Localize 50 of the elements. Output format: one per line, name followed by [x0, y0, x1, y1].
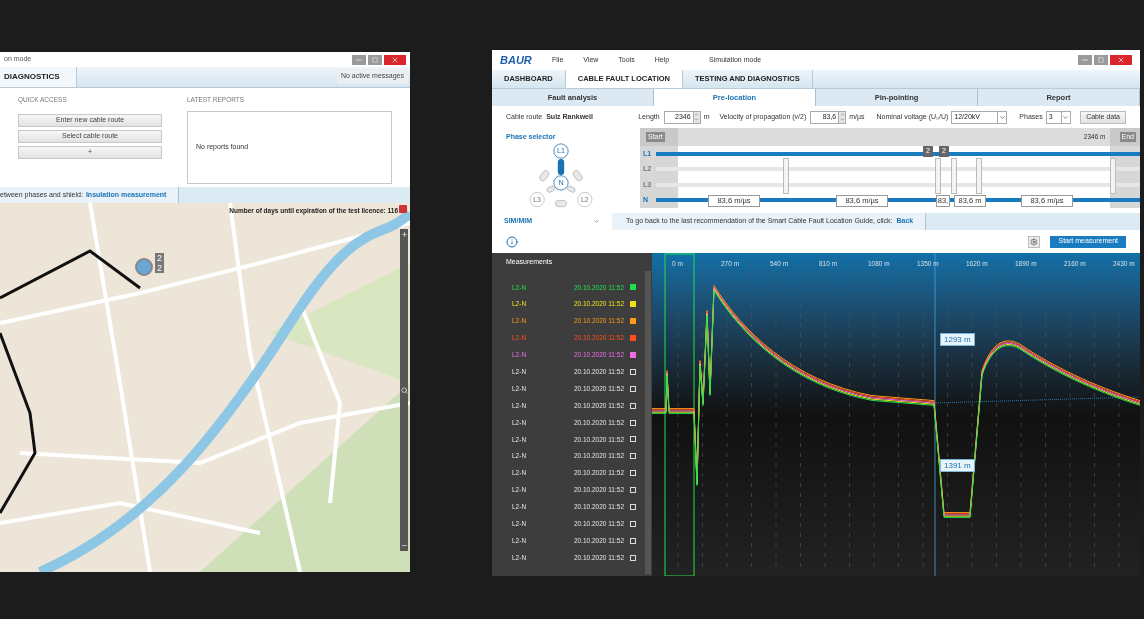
measurement-checkbox[interactable]	[630, 402, 636, 409]
zoom-in-icon	[400, 231, 408, 238]
maximize-icon	[372, 56, 378, 63]
down-icon	[694, 117, 700, 122]
search-icon	[400, 386, 408, 394]
cursor-label[interactable]: 1391 m	[940, 459, 975, 472]
caret-icon	[998, 113, 1006, 121]
measurement-checkbox[interactable]	[630, 487, 636, 494]
scrollbar[interactable]	[645, 271, 651, 574]
measurement-checkbox[interactable]	[630, 537, 636, 544]
caret-icon	[593, 218, 600, 225]
measurement-checkbox[interactable]	[630, 436, 636, 443]
measurement-checkbox[interactable]	[630, 419, 636, 426]
logo: BAUR	[500, 52, 533, 68]
cable-joint[interactable]	[1110, 158, 1116, 194]
settings-button[interactable]	[1028, 235, 1041, 248]
minimize-button[interactable]	[352, 54, 366, 65]
measurement-checkbox[interactable]	[630, 368, 636, 375]
measurement-checkbox[interactable]	[630, 554, 636, 561]
close-button[interactable]	[384, 54, 406, 65]
cable-joint[interactable]	[935, 158, 941, 194]
minimize-icon	[1081, 56, 1089, 64]
measurement-checkbox[interactable]	[630, 352, 636, 358]
cable-joint[interactable]	[976, 158, 982, 194]
tab[interactable]: DIAGNOSTICS	[0, 67, 77, 87]
close-icon	[1117, 56, 1125, 64]
marker-count: 2	[157, 263, 162, 273]
up-icon	[839, 112, 845, 117]
measurement-checkbox[interactable]	[630, 520, 636, 527]
measurement-checkbox[interactable]	[630, 284, 636, 291]
maximize-button[interactable]	[368, 54, 382, 65]
cable-joint[interactable]	[783, 158, 789, 194]
maximize-icon	[1098, 57, 1104, 63]
up-icon	[694, 112, 700, 117]
down-icon	[839, 117, 845, 122]
cursor-label[interactable]: 1293 m	[940, 333, 975, 346]
measurement-checkbox[interactable]	[630, 318, 636, 325]
measurement-checkbox[interactable]	[630, 335, 636, 342]
measurement-checkbox[interactable]	[630, 470, 636, 477]
measurement-checkbox[interactable]	[630, 385, 636, 392]
close-icon	[391, 55, 399, 64]
caret-icon	[1062, 113, 1070, 121]
info-icon[interactable]	[506, 235, 518, 248]
cable-joint[interactable]	[951, 158, 957, 194]
marker-count: 2	[157, 253, 162, 263]
close-button[interactable]	[1110, 55, 1132, 65]
zoom-out-icon	[400, 542, 408, 549]
measurement-checkbox[interactable]	[630, 453, 636, 460]
measurement-checkbox[interactable]	[630, 504, 636, 510]
measurement-checkbox[interactable]	[630, 301, 636, 308]
